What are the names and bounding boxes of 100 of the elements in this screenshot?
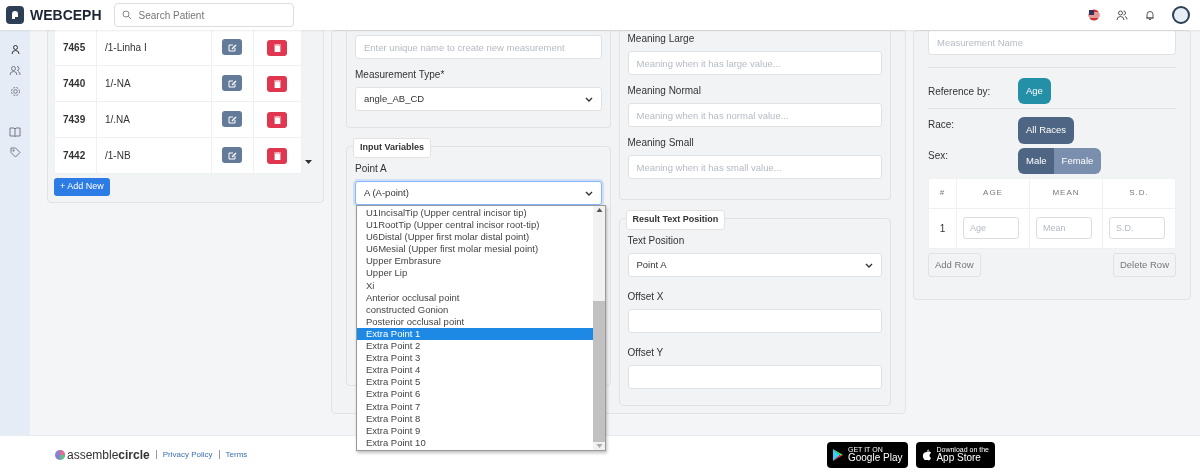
trash-icon <box>273 151 281 160</box>
column-header: S.D. <box>1102 178 1176 209</box>
search-icon <box>121 10 132 20</box>
edit-button[interactable] <box>222 147 243 164</box>
badge-title: Google Play <box>847 453 903 463</box>
search-field[interactable]: Search Patient <box>113 3 294 27</box>
avatar-icon[interactable] <box>1172 6 1190 24</box>
reference-option[interactable]: Age <box>1018 78 1051 105</box>
measurement-type-select[interactable]: angle_AB_CD <box>355 87 602 111</box>
dropdown-option[interactable]: Upper Lip <box>357 267 593 280</box>
delete-row-button[interactable]: Delete Row <box>1112 252 1176 277</box>
users-icon[interactable] <box>1116 9 1128 21</box>
scrollbar[interactable] <box>593 206 605 450</box>
dropdown-option[interactable]: Extra Point 5 <box>357 376 593 389</box>
edit-button[interactable] <box>222 111 243 128</box>
measurement-name: 1/.NA <box>105 114 130 125</box>
dropdown-option[interactable]: Posterior occlusal point <box>357 315 593 328</box>
column-header: AGE <box>956 178 1030 209</box>
dropdown-option[interactable]: Extra Point 3 <box>357 352 593 365</box>
trash-icon <box>273 43 281 52</box>
row-number: 1 <box>939 222 946 234</box>
edit-button[interactable] <box>222 75 243 92</box>
dropdown-option[interactable]: Extra Point 8 <box>357 412 593 425</box>
field-label: Meaning Large <box>627 32 696 46</box>
offset-x-field[interactable] <box>627 309 882 333</box>
section-legend: Input Variables <box>353 138 432 158</box>
field-label: Measurement Type* <box>355 68 446 82</box>
badge-title: App Store <box>936 453 982 463</box>
delete-button[interactable] <box>267 75 288 92</box>
edit-icon <box>227 42 237 52</box>
delete-button[interactable] <box>267 147 288 164</box>
measurement-name-field[interactable]: Measurement Name <box>928 31 1176 55</box>
dropdown-option[interactable]: Xi <box>357 279 593 292</box>
field-label: Point A <box>355 162 388 176</box>
settings-icon[interactable] <box>9 86 21 97</box>
delete-button[interactable] <box>267 111 288 128</box>
logo-icon <box>55 449 65 460</box>
meaning-field[interactable]: Meaning when it has large value... <box>627 51 882 75</box>
flag-icon[interactable] <box>1088 9 1100 21</box>
race-option[interactable]: All Races <box>1018 117 1075 144</box>
dropdown-option[interactable]: Extra Point 2 <box>357 340 593 353</box>
dropdown-option[interactable]: Extra Point 9 <box>357 424 593 437</box>
field-label: Meaning Normal <box>627 84 702 98</box>
meaning-field[interactable]: Meaning when it has small value... <box>627 155 882 179</box>
dropdown-option[interactable]: U6Mesial (Upper first molar mesial point) <box>357 243 593 256</box>
field-label: Reference by: <box>928 84 992 99</box>
tag-icon[interactable] <box>9 147 21 158</box>
field-label: Offset Y <box>627 346 665 360</box>
table-input-field[interactable]: S.D. <box>1109 217 1165 240</box>
offset-y-field[interactable] <box>627 365 882 389</box>
scroll-down-icon[interactable] <box>304 160 312 164</box>
column-header: MEAN <box>1029 178 1103 209</box>
table-input-field[interactable]: Age <box>963 217 1019 240</box>
dropdown-option[interactable]: Extra Point 10 <box>357 436 593 449</box>
book-icon[interactable] <box>9 127 21 137</box>
field-label: Offset X <box>627 290 665 304</box>
point-a-select[interactable]: A (A-point) <box>355 181 602 205</box>
measurement-name-field[interactable]: Enter unique name to create new measurement <box>355 35 602 59</box>
measurement-id: 7465 <box>63 42 86 53</box>
section-legend: Result Text Position <box>625 210 726 230</box>
dropdown-option[interactable]: U1IncisalTip (Upper central incisor tip) <box>357 207 593 220</box>
add-new-button[interactable]: + Add New <box>54 178 110 196</box>
dropdown-option[interactable]: Anterior occlusal point <box>357 291 593 304</box>
users-icon[interactable] <box>9 65 21 76</box>
measurement-id: 7440 <box>63 78 86 89</box>
dropdown-option[interactable]: U6Distal (Upper first molar distal point) <box>357 231 593 244</box>
field-label: Sex: <box>928 148 949 163</box>
edit-icon <box>227 78 237 88</box>
field-label: Text Position <box>627 234 686 248</box>
apple-icon <box>922 448 933 461</box>
user-icon[interactable] <box>9 44 21 55</box>
logo-text: WEBCEPH <box>30 5 102 25</box>
dropdown-option[interactable]: Extra Point 4 <box>357 364 593 377</box>
dropdown-option[interactable]: Extra Point 7 <box>357 400 593 413</box>
logo-icon <box>6 6 24 24</box>
sex-option[interactable]: Male <box>1018 147 1055 174</box>
dropdown-option[interactable]: U1RootTip (Upper central incisor root-tip) <box>357 219 593 232</box>
privacy-policy-link[interactable]: Privacy Policy <box>162 448 213 461</box>
chevron-icon <box>584 96 593 102</box>
delete-button[interactable] <box>267 39 288 56</box>
trash-icon <box>273 79 281 88</box>
edit-icon <box>227 150 237 160</box>
add-row-button[interactable]: Add Row <box>928 252 981 277</box>
edit-button[interactable] <box>222 39 243 56</box>
dropdown-option[interactable]: Upper Embrasure <box>357 255 593 268</box>
dropdown-option[interactable]: Extra Point 6 <box>357 388 593 401</box>
measurement-name: 1/-NA <box>105 78 131 89</box>
edit-icon <box>227 114 237 124</box>
terms-link[interactable]: Terms <box>225 448 248 461</box>
meaning-field[interactable]: Meaning when it has normal value... <box>627 103 882 127</box>
bell-icon[interactable] <box>1144 9 1156 21</box>
measurement-name: /1-NB <box>105 150 131 161</box>
trash-icon <box>273 115 281 124</box>
scroll-thumb[interactable] <box>593 300 605 442</box>
text-position-select[interactable]: Point A <box>627 253 882 277</box>
chevron-icon <box>865 262 873 268</box>
dropdown-option[interactable]: constructed Gonion <box>357 303 593 316</box>
dropdown-option[interactable]: Extra Point 1 <box>357 327 593 341</box>
table-input-field[interactable]: Mean <box>1036 217 1092 240</box>
brand-name: assemblecircle <box>67 446 150 464</box>
